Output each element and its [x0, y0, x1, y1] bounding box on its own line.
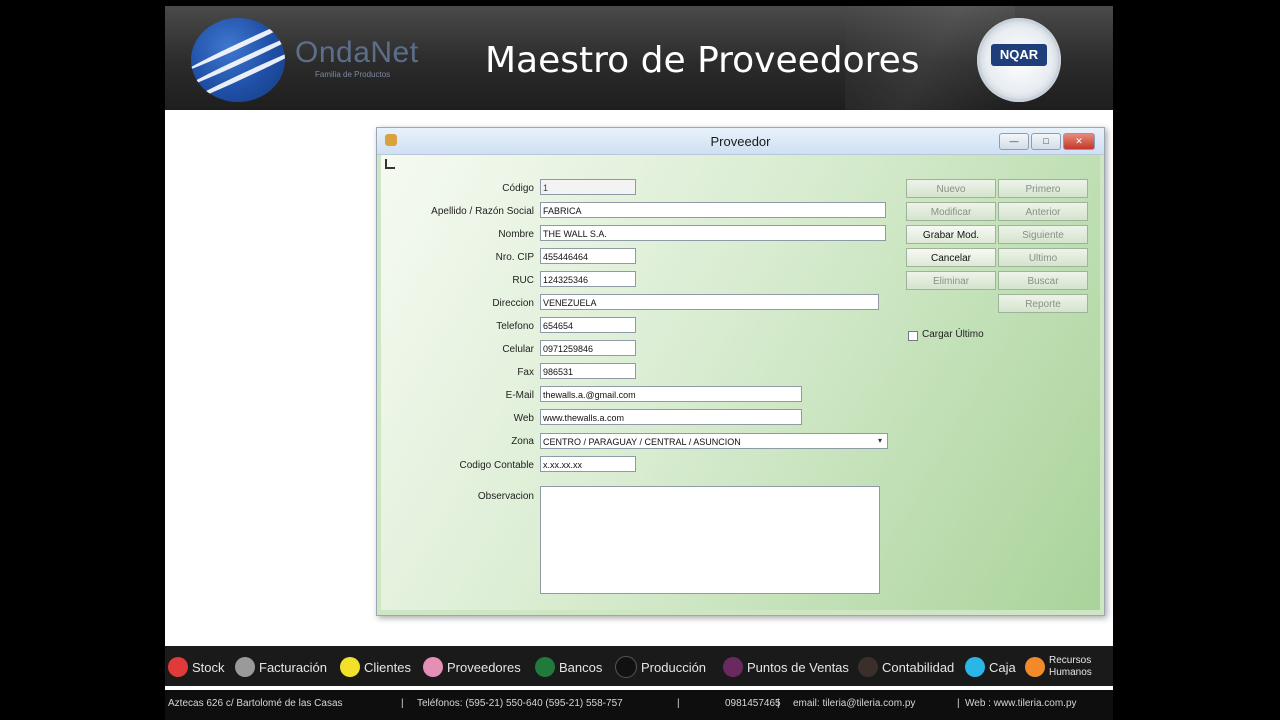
anterior-button[interactable]: Anterior [998, 202, 1088, 221]
label-telefono: Telefono [496, 321, 534, 332]
nuevo-button[interactable]: Nuevo [906, 179, 996, 198]
nro-cip-field[interactable]: 455446464 [540, 248, 636, 264]
reporte-button[interactable]: Reporte [998, 294, 1088, 313]
primero-button[interactable]: Primero [998, 179, 1088, 198]
telefono-field[interactable]: 654654 [540, 317, 636, 333]
header-banner: OndaNet Familia de Productos Maestro de … [165, 6, 1113, 110]
minimize-button[interactable]: — [999, 133, 1029, 150]
brand-subtitle: Familia de Productos [315, 70, 391, 79]
eliminar-button[interactable]: Eliminar [906, 271, 996, 290]
form-area: Código Apellido / Razón Social Nombre Nr… [381, 155, 1100, 610]
codigo-contable-field[interactable]: x.xx.xx.xx [540, 456, 636, 472]
zona-selected-value: CENTRO / PARAGUAY / CENTRAL / ASUNCION [543, 437, 741, 447]
produccion-dot-icon [615, 656, 637, 678]
web-field[interactable]: www.thewalls.a.com [540, 409, 802, 425]
proveedores-dot-icon [423, 657, 443, 677]
modules-menu: Stock Facturación Clientes Proveedores B… [165, 646, 1113, 686]
window-titlebar[interactable]: Proveedor — □ ✕ [377, 128, 1104, 155]
footer-email[interactable]: email: tileria@tileria.com.py [793, 690, 915, 718]
label-nombre: Nombre [498, 229, 534, 240]
siguiente-button[interactable]: Siguiente [998, 225, 1088, 244]
footer-address: Aztecas 626 c/ Bartolomé de las Casas [168, 698, 343, 709]
label-nro-cip: Nro. CIP [495, 252, 534, 263]
module-stock[interactable]: Stock [168, 654, 225, 680]
module-facturacion[interactable]: Facturación [235, 654, 327, 680]
contabilidad-dot-icon [858, 657, 878, 677]
cancelar-button[interactable]: Cancelar [906, 248, 996, 267]
label-apellido: Apellido / Razón Social [431, 206, 534, 217]
label-celular: Celular [502, 344, 534, 355]
nombre-field[interactable]: THE WALL S.A. [540, 225, 886, 241]
module-proveedores[interactable]: Proveedores [423, 654, 521, 680]
cargar-ultimo-label: Cargar Último [922, 329, 984, 340]
caja-dot-icon [965, 657, 985, 677]
module-produccion[interactable]: Producción [615, 654, 706, 680]
grabar-button[interactable]: Grabar Mod. [906, 225, 996, 244]
contact-footer: Aztecas 626 c/ Bartolomé de las Casas | … [165, 690, 1113, 720]
stock-dot-icon [168, 657, 188, 677]
recursos-humanos-dot-icon [1025, 657, 1045, 677]
footer-divider: | [957, 698, 960, 709]
ruc-field[interactable]: 124325346 [540, 271, 636, 287]
maximize-button[interactable]: □ [1031, 133, 1061, 150]
modificar-button[interactable]: Modificar [906, 202, 996, 221]
label-email: E-Mail [505, 390, 534, 401]
cargar-ultimo-checkbox[interactable] [908, 331, 918, 341]
footer-divider: | [777, 698, 780, 709]
label-codigo: Código [502, 183, 534, 194]
module-clientes[interactable]: Clientes [340, 654, 411, 680]
clientes-dot-icon [340, 657, 360, 677]
fax-field[interactable]: 986531 [540, 363, 636, 379]
label-direccion: Direccion [492, 298, 534, 309]
presentation-slide: OndaNet Familia de Productos Maestro de … [165, 6, 1113, 720]
label-ruc: RUC [512, 275, 534, 286]
proveedor-window: Proveedor — □ ✕ Código Apellido / Razón … [376, 127, 1105, 616]
footer-divider: | [401, 698, 404, 709]
brand-name: OndaNet [295, 36, 419, 69]
buscar-button[interactable]: Buscar [998, 271, 1088, 290]
email-field[interactable]: thewalls.a.@gmail.com [540, 386, 802, 402]
zona-select[interactable]: CENTRO / PARAGUAY / CENTRAL / ASUNCION ▾ [540, 433, 888, 449]
footer-web[interactable]: Web : www.tileria.com.py [965, 690, 1077, 718]
apellido-field[interactable]: FABRICA [540, 202, 886, 218]
codigo-field[interactable]: 1 [540, 179, 636, 195]
window-title: Proveedor [710, 134, 771, 149]
direccion-field[interactable]: VENEZUELA [540, 294, 879, 310]
footer-phones: Teléfonos: (595-21) 550-640 (595-21) 558… [417, 698, 623, 709]
label-codigo-contable: Codigo Contable [459, 460, 535, 471]
page-title: Maestro de Proveedores [485, 40, 920, 81]
module-contabilidad[interactable]: Contabilidad [858, 654, 954, 680]
celular-field[interactable]: 0971259846 [540, 340, 636, 356]
observacion-textarea[interactable] [540, 486, 880, 594]
nqar-badge: NQAR [991, 44, 1047, 66]
puntos-de-ventas-dot-icon [723, 657, 743, 677]
module-puntos-de-ventas[interactable]: Puntos de Ventas [723, 654, 849, 680]
ondanet-logo-icon [191, 18, 285, 102]
chevron-down-icon[interactable]: ▾ [874, 435, 886, 447]
footer-divider: | [677, 698, 680, 709]
module-bancos[interactable]: Bancos [535, 654, 602, 680]
label-zona: Zona [511, 436, 534, 447]
facturacion-dot-icon [235, 657, 255, 677]
nqar-certification-seal: NQAR [977, 18, 1061, 102]
module-caja[interactable]: Caja [965, 654, 1016, 680]
close-button[interactable]: ✕ [1063, 133, 1095, 150]
resize-corner-icon [385, 159, 395, 169]
ultimo-button[interactable]: Ultimo [998, 248, 1088, 267]
label-observacion: Observacion [477, 491, 534, 502]
module-recursos-humanos[interactable]: Recursos Humanos [1025, 654, 1113, 680]
bancos-dot-icon [535, 657, 555, 677]
label-web: Web [513, 413, 534, 424]
label-fax: Fax [517, 367, 534, 378]
footer-mobile: 0981457465 [725, 698, 781, 709]
